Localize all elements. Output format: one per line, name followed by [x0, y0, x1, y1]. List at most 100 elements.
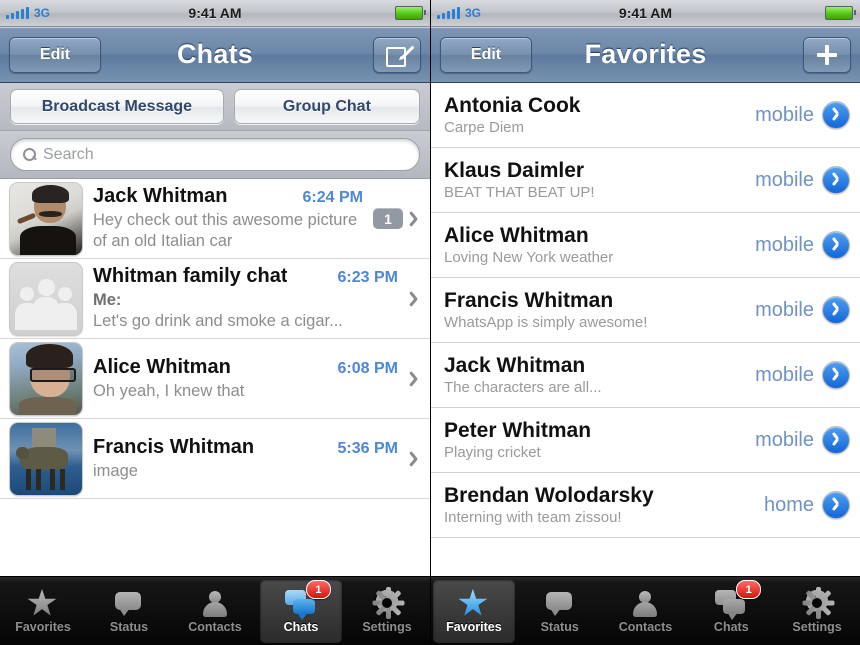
tab-favorites[interactable]: Favorites: [433, 579, 515, 643]
favorite-name: Francis Whitman: [444, 288, 614, 312]
tab-label: Status: [540, 620, 579, 634]
compose-message-button[interactable]: [373, 36, 421, 73]
favorite-content: Alice Whitman Loving New York weather: [444, 223, 747, 268]
table-row[interactable]: Alice Whitman 6:08 PM Oh yeah, I knew th…: [0, 339, 430, 419]
chat-row-header: Whitman family chat 6:23 PM: [93, 265, 398, 288]
tab-status[interactable]: Status: [519, 579, 601, 643]
chat-preview-text: Let's go drink and smoke a cigar...: [93, 312, 343, 330]
list-item[interactable]: Alice Whitman Loving New York weather mo…: [431, 213, 860, 278]
phone-label: mobile: [755, 103, 814, 126]
tab-settings[interactable]: Settings: [346, 579, 428, 643]
chevron-right-icon: [408, 290, 419, 308]
favorite-name: Alice Whitman: [444, 223, 589, 247]
chat-row-accessory: [408, 290, 422, 308]
detail-disclosure-button[interactable]: [822, 296, 850, 324]
chat-timestamp: 6:24 PM: [302, 189, 363, 206]
tab-chats[interactable]: 1 Chats: [260, 579, 342, 643]
favorite-status: BEAT THAT BEAT UP!: [444, 183, 595, 201]
chat-row-content: Alice Whitman 6:08 PM Oh yeah, I knew th…: [93, 343, 398, 415]
list-item[interactable]: Jack Whitman The characters are all... m…: [431, 343, 860, 408]
chat-row-accessory: [408, 370, 422, 388]
chevron-right-icon: [408, 210, 419, 228]
status-bar-clock: 9:41 AM: [618, 5, 673, 21]
status-bar: 3G 9:41 AM: [0, 0, 430, 27]
list-item[interactable]: Peter Whitman Playing cricket mobile: [431, 408, 860, 473]
tab-favorites[interactable]: Favorites: [2, 579, 84, 643]
list-item[interactable]: Brendan Wolodarsky Interning with team z…: [431, 473, 860, 538]
tab-label: Chats: [713, 620, 749, 634]
favorites-list[interactable]: Antonia Cook Carpe Diem mobile Klaus Dai…: [431, 83, 860, 576]
search-input[interactable]: Search: [10, 138, 420, 171]
detail-disclosure-button[interactable]: [822, 231, 850, 259]
list-item[interactable]: Antonia Cook Carpe Diem mobile: [431, 83, 860, 148]
tab-chats[interactable]: 1 Chats: [690, 579, 772, 643]
navigation-bar-favorites: Edit Favorites: [431, 27, 860, 83]
chat-row-accessory: 1: [373, 208, 422, 229]
tab-label: Contacts: [188, 620, 242, 634]
phone-label: mobile: [755, 428, 814, 451]
favorite-accessory: mobile: [747, 101, 850, 129]
tab-settings[interactable]: Settings: [776, 579, 858, 643]
detail-disclosure-button[interactable]: [822, 426, 850, 454]
tab-bar: Favorites Status Contacts 1 Chats Settin…: [431, 576, 860, 645]
dual-screenshot: 3G 9:41 AM Edit Chats Broadcast Message …: [0, 0, 860, 645]
status-bar-clock: 9:41 AM: [188, 5, 242, 21]
favorite-accessory: mobile: [747, 361, 850, 389]
favorite-content: Peter Whitman Playing cricket: [444, 418, 747, 463]
detail-disclosure-button[interactable]: [822, 101, 850, 129]
tab-status[interactable]: Status: [88, 579, 170, 643]
chat-preview-sender: Me:: [93, 291, 122, 309]
avatar: [9, 341, 83, 416]
favorite-accessory: mobile: [747, 166, 850, 194]
favorite-status: WhatsApp is simply awesome!: [444, 313, 648, 331]
chat-preview: Oh yeah, I knew that: [93, 381, 245, 400]
compose-icon: [386, 44, 415, 67]
star-icon: [458, 588, 490, 618]
detail-disclosure-button[interactable]: [822, 166, 850, 194]
detail-disclosure-button[interactable]: [822, 491, 850, 519]
star-icon: [27, 588, 59, 618]
chat-row-content: Jack Whitman 6:24 PM Hey check out this …: [93, 183, 363, 255]
navigation-bar-chats: Edit Chats: [0, 27, 430, 83]
favorite-name: Peter Whitman: [444, 418, 592, 442]
edit-button[interactable]: Edit: [9, 36, 101, 73]
edit-button[interactable]: Edit: [440, 36, 532, 73]
tab-label: Favorites: [15, 620, 71, 634]
search-bar: Search: [0, 131, 430, 179]
tab-label: Settings: [792, 620, 842, 634]
favorite-status: Playing cricket: [444, 443, 541, 461]
phone-label: mobile: [755, 233, 814, 256]
tab-label: Favorites: [446, 620, 502, 634]
list-item[interactable]: Klaus Daimler BEAT THAT BEAT UP! mobile: [431, 148, 860, 213]
tab-label: Status: [109, 620, 149, 634]
list-item[interactable]: Francis Whitman WhatsApp is simply aweso…: [431, 278, 860, 343]
phone-label: mobile: [755, 168, 814, 191]
chat-row-content: Francis Whitman 5:36 PM image: [93, 423, 398, 495]
table-row[interactable]: Francis Whitman 5:36 PM image: [0, 419, 430, 499]
chat-row-header: Alice Whitman 6:08 PM: [93, 356, 398, 379]
favorite-content: Francis Whitman WhatsApp is simply aweso…: [444, 288, 747, 333]
table-row[interactable]: Jack Whitman 6:24 PM Hey check out this …: [0, 179, 430, 259]
table-row[interactable]: Whitman family chat 6:23 PM Me: Let's go…: [0, 259, 430, 339]
detail-disclosure-button[interactable]: [822, 361, 850, 389]
unread-badge: 1: [373, 208, 403, 229]
chat-row-header: Jack Whitman 6:24 PM: [93, 185, 363, 208]
broadcast-message-button[interactable]: Broadcast Message: [10, 89, 224, 124]
favorite-content: Brendan Wolodarsky Interning with team z…: [444, 483, 756, 528]
avatar: [9, 421, 83, 496]
add-favorite-button[interactable]: [803, 36, 851, 73]
tab-contacts[interactable]: Contacts: [605, 579, 687, 643]
favorite-accessory: mobile: [747, 426, 850, 454]
chat-contact-name: Alice Whitman: [93, 355, 231, 378]
chat-list[interactable]: Jack Whitman 6:24 PM Hey check out this …: [0, 179, 430, 576]
chevron-right-icon: [408, 450, 419, 468]
group-chat-button[interactable]: Group Chat: [233, 89, 420, 124]
tab-contacts[interactable]: Contacts: [174, 579, 256, 643]
favorite-accessory: home: [756, 491, 850, 519]
favorite-status: Loving New York weather: [444, 248, 614, 266]
tab-label: Chats: [283, 620, 319, 634]
gear-icon: [801, 587, 835, 619]
chat-row-accessory: [408, 450, 422, 468]
chat-contact-name: Jack Whitman: [93, 185, 228, 207]
search-icon: [23, 148, 36, 161]
